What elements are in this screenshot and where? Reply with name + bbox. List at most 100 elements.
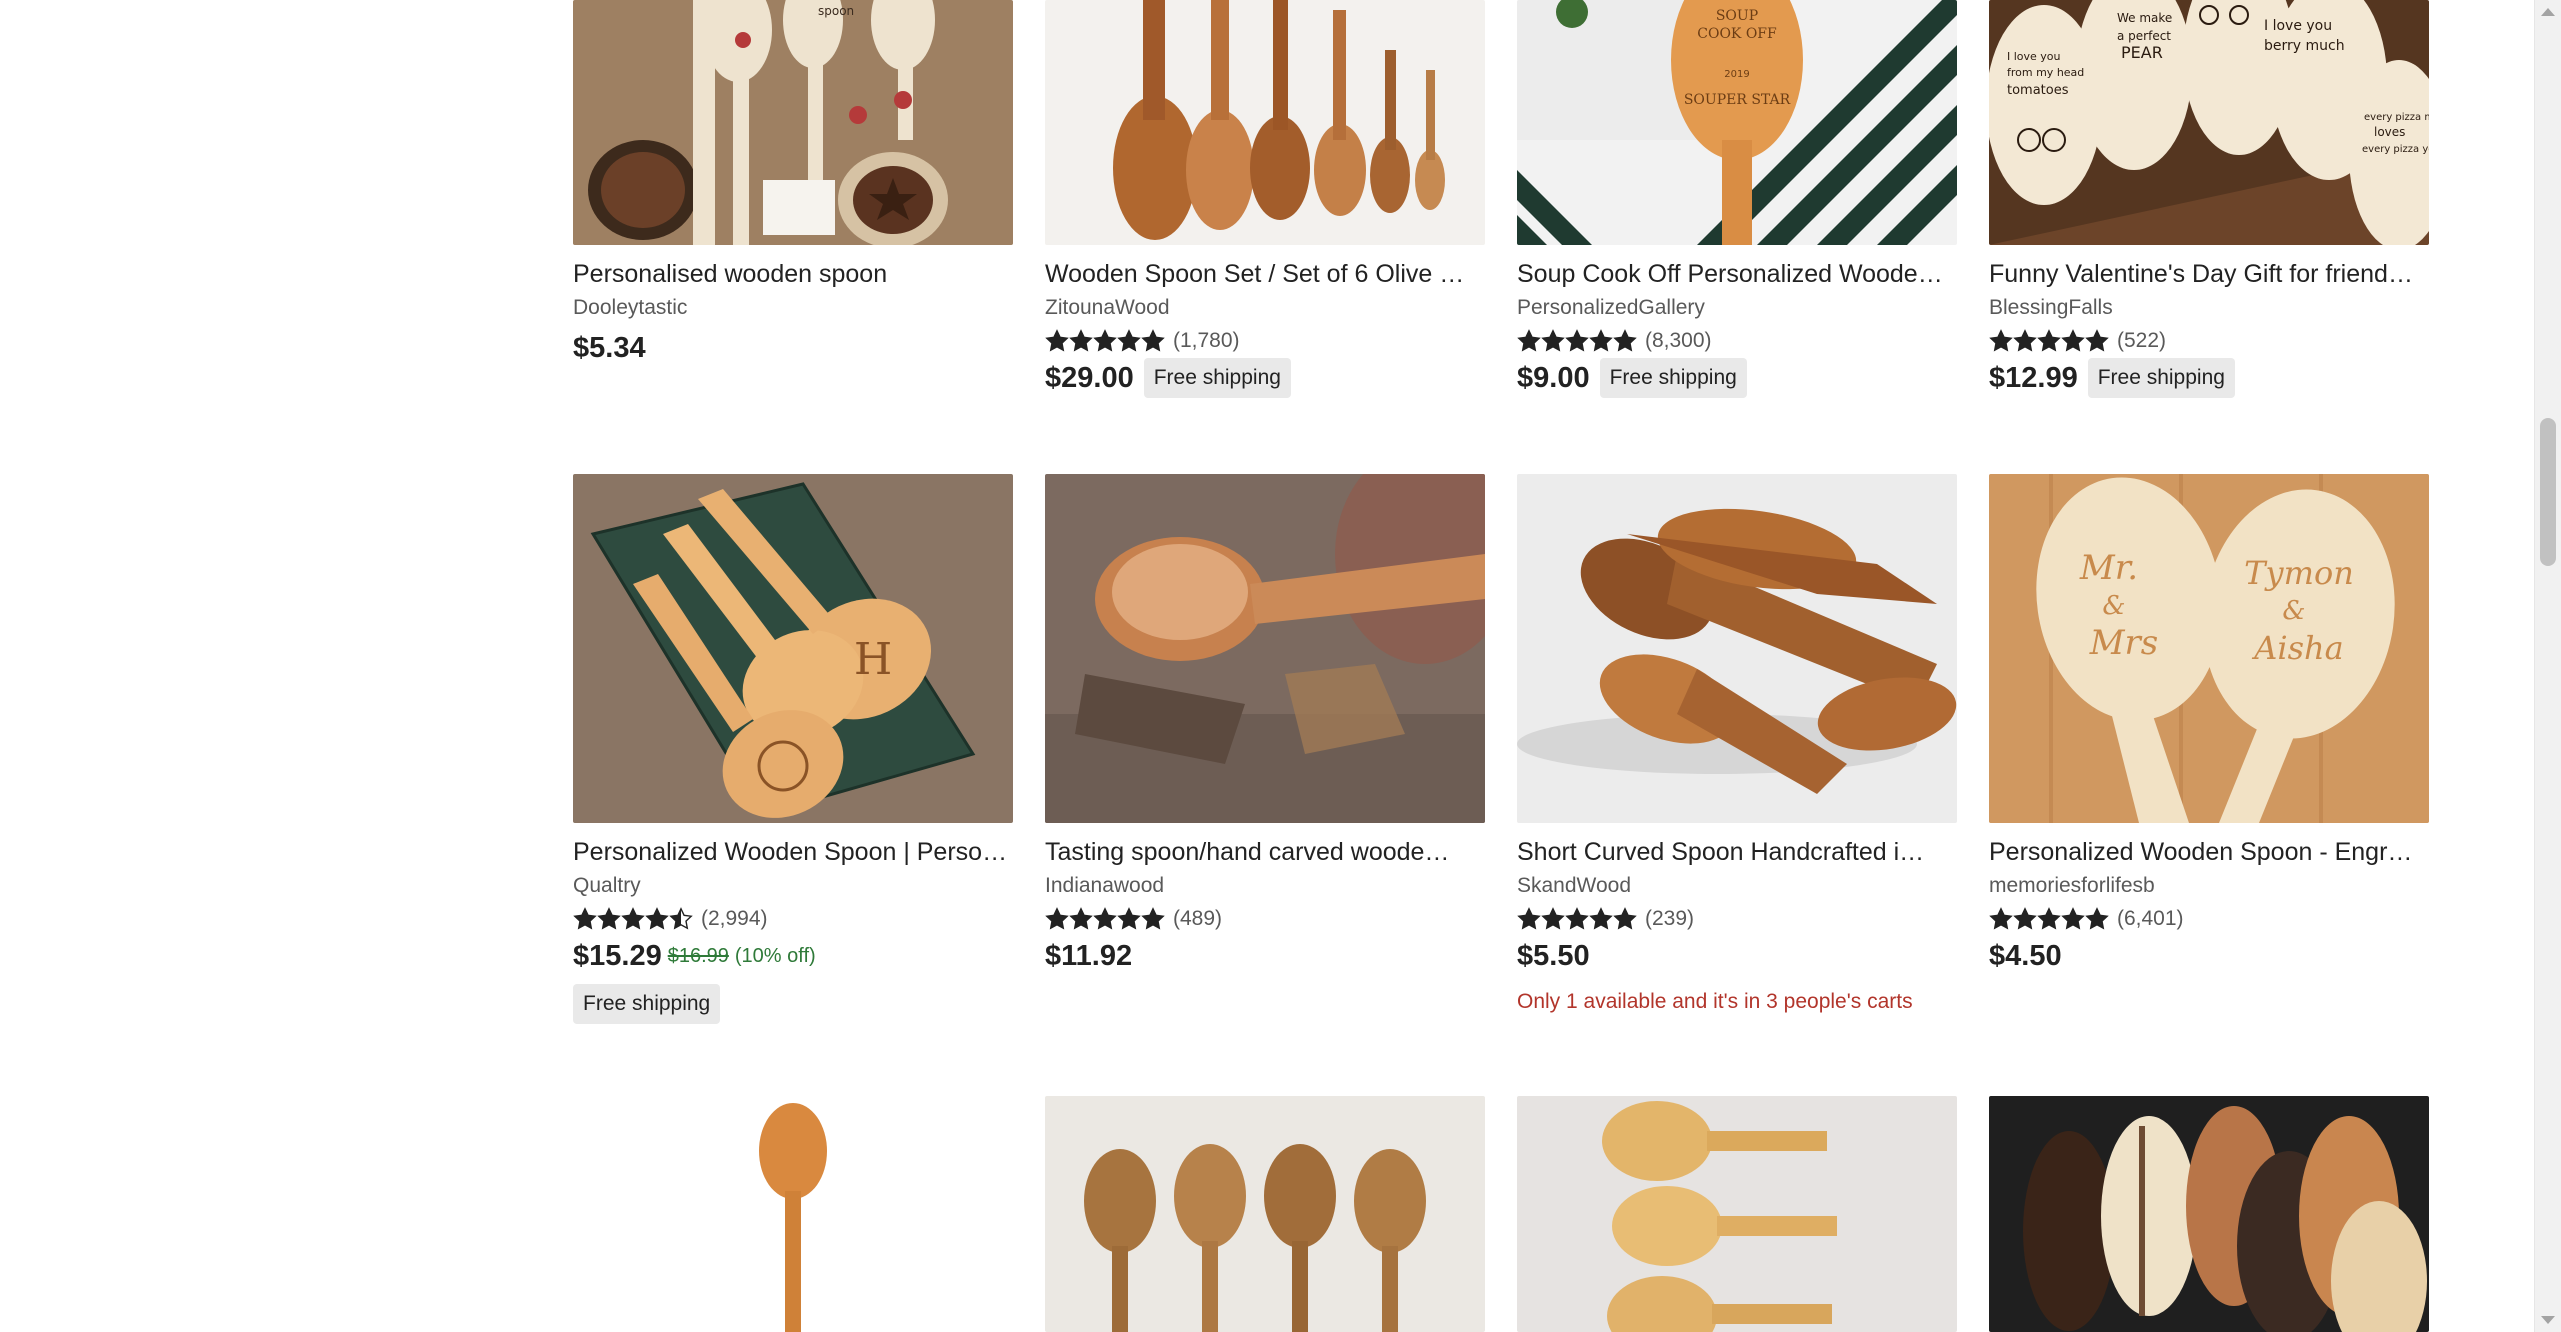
- svg-text:Aisha: Aisha: [2251, 629, 2343, 667]
- rating: (489): [1045, 904, 1485, 934]
- review-count: (1,780): [1173, 329, 1240, 352]
- svg-text:I love you: I love you: [2007, 50, 2061, 63]
- star-icon: [1093, 329, 1117, 352]
- star-icon: [1141, 907, 1165, 930]
- listing-title[interactable]: Wooden Spoon Set / Set of 6 Olive …: [1045, 258, 1485, 290]
- star-icon: [2037, 907, 2061, 930]
- review-count: (522): [2117, 329, 2167, 352]
- shop-name[interactable]: PersonalizedGallery: [1517, 294, 1957, 322]
- svg-text:PEAR: PEAR: [2121, 43, 2163, 62]
- svg-text:Mr.: Mr.: [2079, 548, 2138, 588]
- listing-price: $15.29: [573, 939, 662, 972]
- star-rating: [1045, 907, 1165, 931]
- star-icon: [1117, 329, 1141, 352]
- rating: (522): [1989, 326, 2429, 356]
- listing-image[interactable]: [1989, 1096, 2429, 1332]
- review-count: (489): [1173, 907, 1223, 930]
- scrollbar-thumb[interactable]: [2540, 418, 2556, 566]
- svg-text:every pizza me: every pizza me: [2364, 112, 2429, 123]
- listing-title[interactable]: Soup Cook Off Personalized Woode…: [1517, 258, 1957, 290]
- star-icon: [1093, 907, 1117, 930]
- listing-image[interactable]: We make a perfect PEAR I love you berry …: [1989, 0, 2429, 245]
- listing-price: $5.50: [1517, 939, 1590, 972]
- listing-price: $29.00: [1045, 361, 1134, 394]
- star-rating: [573, 907, 693, 931]
- star-icon: [1565, 907, 1589, 930]
- svg-text:tomatoes: tomatoes: [2007, 83, 2069, 98]
- shop-name[interactable]: Dooleytastic: [573, 294, 1013, 322]
- shop-name[interactable]: BlessingFalls: [1989, 294, 2429, 322]
- svg-text:H: H: [854, 634, 892, 685]
- star-rating: [1517, 907, 1637, 931]
- review-count: (2,994): [701, 907, 768, 930]
- shop-name[interactable]: memoriesforlifesb: [1989, 872, 2429, 900]
- star-rating: [1989, 329, 2109, 353]
- star-icon: [1141, 329, 1165, 352]
- star-icon: [2013, 329, 2037, 352]
- listing-image[interactable]: [1517, 1096, 1957, 1332]
- listing-title[interactable]: Tasting spoon/hand carved woode…: [1045, 836, 1485, 868]
- listing-title[interactable]: Personalized Wooden Spoon - Engr…: [1989, 836, 2429, 868]
- free-shipping-badge: Free shipping: [573, 984, 721, 1024]
- listing-image[interactable]: [1045, 474, 1485, 823]
- svg-text:loves: loves: [2374, 125, 2405, 139]
- listing-image[interactable]: [1045, 1096, 1485, 1332]
- free-shipping-badge: Free shipping: [2087, 358, 2235, 398]
- shop-name[interactable]: ZitounaWood: [1045, 294, 1485, 322]
- shop-name[interactable]: Qualtry: [573, 872, 1013, 900]
- star-icon: [621, 907, 645, 930]
- original-price: $16.99: [667, 944, 729, 967]
- star-icon: [1517, 329, 1541, 352]
- star-rating: [1517, 329, 1637, 353]
- listing-image[interactable]: [573, 1096, 1013, 1332]
- star-icon: [1045, 907, 1069, 930]
- scroll-down-arrow-icon[interactable]: [2541, 1316, 2555, 1324]
- scroll-up-arrow-icon[interactable]: [2541, 8, 2555, 16]
- listing-price: $4.50: [1989, 939, 2062, 972]
- listing-title[interactable]: Personalized Wooden Spoon | Perso…: [573, 836, 1013, 868]
- star-icon: [1117, 907, 1141, 930]
- svg-text:COOK OFF: COOK OFF: [1697, 26, 1777, 42]
- svg-text:spoon: spoon: [818, 4, 854, 18]
- star-icon: [2061, 329, 2085, 352]
- svg-text:Tymon: Tymon: [2244, 554, 2354, 592]
- star-icon: [1541, 907, 1565, 930]
- star-icon: [669, 907, 693, 930]
- page-scrollbar[interactable]: [2534, 0, 2561, 1332]
- star-icon: [2085, 329, 2109, 352]
- star-icon: [2013, 907, 2037, 930]
- listing-title[interactable]: Short Curved Spoon Handcrafted i…: [1517, 836, 1957, 868]
- shop-name[interactable]: SkandWood: [1517, 872, 1957, 900]
- listing-image[interactable]: SOUP COOK OFF 2019 SOUPER STAR: [1517, 0, 1957, 245]
- svg-text:berry much: berry much: [2264, 38, 2345, 54]
- free-shipping-badge: Free shipping: [1599, 358, 1747, 398]
- listing-image[interactable]: H: [573, 474, 1013, 823]
- star-icon: [1541, 329, 1565, 352]
- listing-price: $9.00: [1517, 361, 1590, 394]
- svg-text:&: &: [2282, 596, 2305, 626]
- star-icon: [1517, 907, 1541, 930]
- listing-image[interactable]: Mr. & Mrs Tymon & Aisha: [1989, 474, 2429, 823]
- listing-title[interactable]: Funny Valentine's Day Gift for friend…: [1989, 258, 2429, 290]
- svg-text:&: &: [2102, 591, 2125, 621]
- listing-title[interactable]: Personalised wooden spoon: [573, 258, 1013, 290]
- star-icon: [1069, 329, 1093, 352]
- svg-text:Mrs: Mrs: [2089, 623, 2159, 663]
- rating: (6,401): [1989, 904, 2429, 934]
- star-icon: [1613, 907, 1637, 930]
- star-icon: [2061, 907, 2085, 930]
- listing-price: $11.92: [1045, 939, 1133, 972]
- listing-image[interactable]: [1517, 474, 1957, 823]
- listing-image[interactable]: spoon: [573, 0, 1013, 245]
- listing-price: $5.34: [573, 331, 646, 364]
- listing-image[interactable]: [1045, 0, 1485, 245]
- svg-text:a perfect: a perfect: [2117, 29, 2171, 43]
- shop-name[interactable]: Indianawood: [1045, 872, 1485, 900]
- star-rating: [1045, 329, 1165, 353]
- star-icon: [645, 907, 669, 930]
- svg-text:every pizza you: every pizza you: [2362, 144, 2429, 155]
- star-icon: [1613, 329, 1637, 352]
- svg-text:We make: We make: [2117, 11, 2172, 25]
- svg-text:2019: 2019: [1724, 69, 1749, 80]
- rating: (8,300): [1517, 326, 1957, 356]
